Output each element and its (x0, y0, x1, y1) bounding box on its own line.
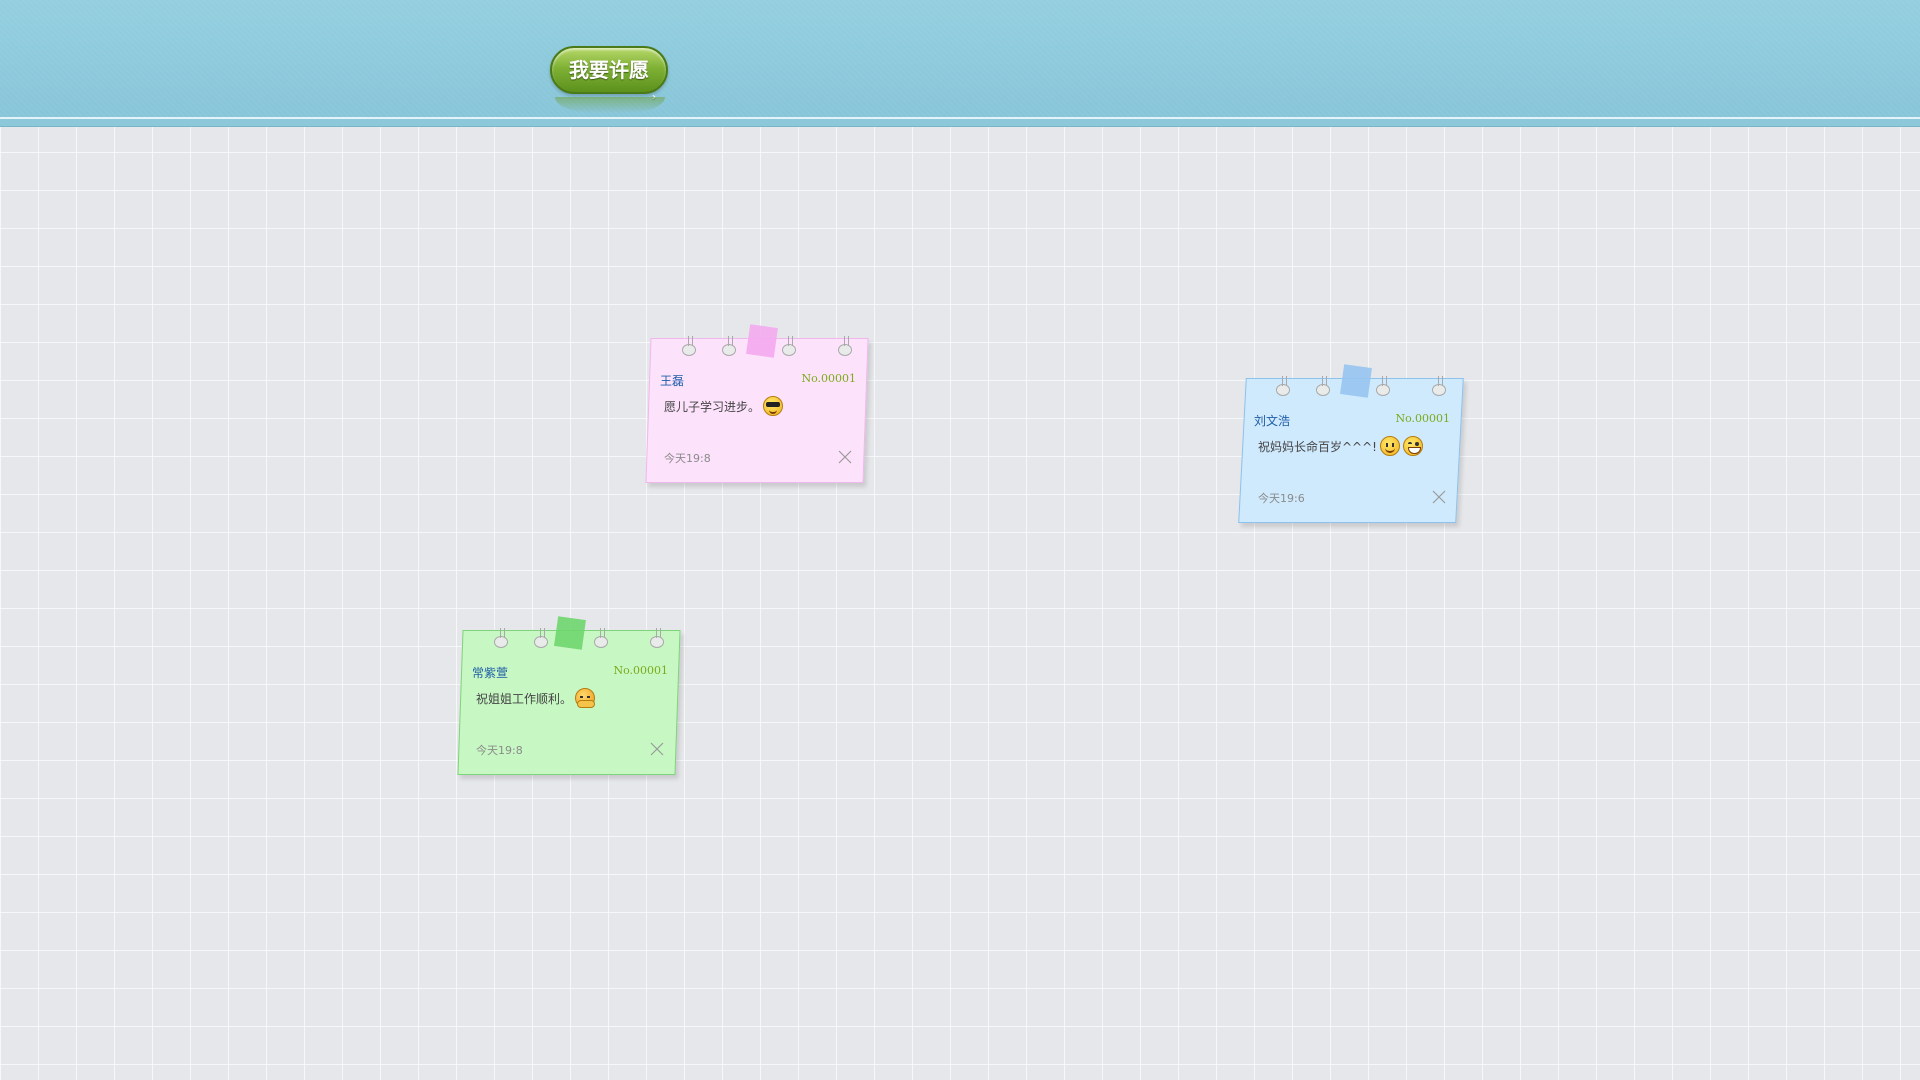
close-icon[interactable] (1432, 490, 1446, 504)
binder-ring-icon (838, 336, 852, 356)
binder-ring-icon (1376, 376, 1390, 396)
close-icon[interactable] (650, 742, 664, 756)
binder-ring-icon (722, 336, 736, 356)
note-message: 愿儿子学习进步。 (664, 396, 784, 416)
binder-ring-icon (1276, 376, 1290, 396)
note-number: No.00001 (801, 372, 856, 385)
note-time: 今天19:8 (664, 452, 711, 465)
binder-ring-icon (782, 336, 796, 356)
wish-note[interactable]: 刘文浩 No.00001 祝妈妈长命百岁^^^! 今天19:6 (1238, 364, 1464, 526)
note-number: No.00001 (1395, 412, 1450, 425)
note-author: 王磊 (660, 374, 685, 388)
wish-note[interactable]: 常紫萱 No.00001 祝姐姐工作顺利。 今天19:8 (457, 616, 681, 778)
binder-ring-icon (1432, 376, 1446, 396)
make-a-wish-label: 我要许愿 (569, 58, 649, 82)
wish-note[interactable]: 王磊 No.00001 愿儿子学习进步。 今天19:8 (645, 324, 869, 486)
binder-ring-icon (494, 628, 508, 648)
note-message: 祝妈妈长命百岁^^^! (1258, 436, 1423, 456)
note-time: 今天19:8 (476, 744, 523, 757)
tape-icon (554, 616, 586, 650)
banner-base (0, 119, 1920, 126)
grin-emoji-icon (1402, 436, 1423, 456)
hug-emoji-icon (575, 688, 596, 708)
note-time: 今天19:6 (1258, 492, 1305, 505)
close-icon[interactable] (838, 450, 852, 464)
make-a-wish-button[interactable]: 我要许愿 › (550, 46, 668, 103)
note-message-text: 祝妈妈长命百岁^^^! (1258, 439, 1377, 454)
binder-ring-icon (650, 628, 664, 648)
note-message-text: 愿儿子学习进步。 (664, 399, 761, 414)
binder-ring-icon (1316, 376, 1330, 396)
note-message-text: 祝姐姐工作顺利。 (476, 691, 573, 706)
tape-icon (746, 324, 778, 358)
binder-ring-icon (682, 336, 696, 356)
binder-ring-icon (594, 628, 608, 648)
binder-ring-icon (534, 628, 548, 648)
top-banner (0, 0, 1920, 127)
cool-face-emoji-icon (763, 396, 784, 416)
tape-icon (1340, 364, 1372, 398)
note-author: 常紫萱 (472, 666, 509, 680)
smile-emoji-icon (1379, 436, 1400, 456)
note-message: 祝姐姐工作顺利。 (476, 688, 596, 708)
note-number: No.00001 (613, 664, 668, 677)
note-author: 刘文浩 (1254, 414, 1291, 428)
